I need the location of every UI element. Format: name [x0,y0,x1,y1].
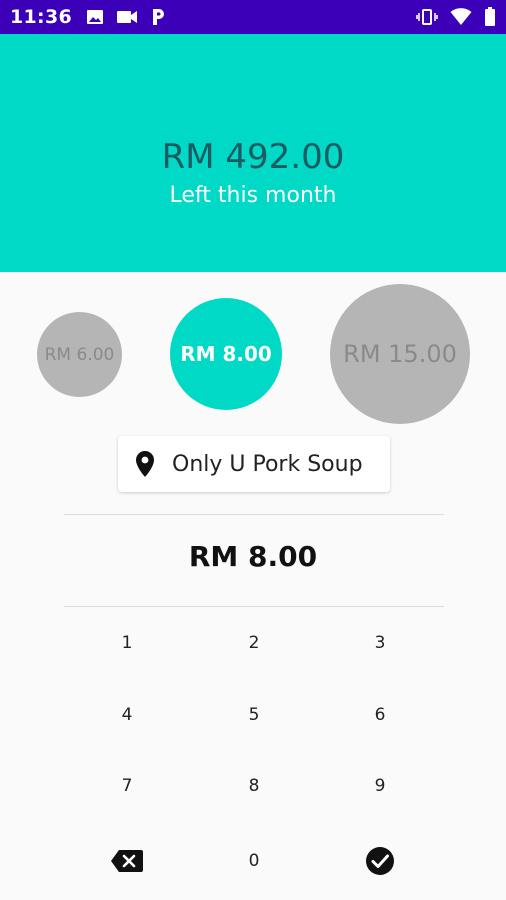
keypad-key-2[interactable]: 2 [194,615,314,671]
quick-amount-8[interactable]: RM 8.00 [170,298,282,410]
budget-header: RM 492.00 Left this month [0,34,506,272]
image-icon [86,8,104,26]
divider-bottom [64,606,444,607]
keypad-key-1[interactable]: 1 [67,615,187,671]
status-time: 11:36 [10,6,72,28]
wifi-icon [450,8,472,26]
check-circle-icon [365,846,395,876]
location-name: Only U Pork Soup [172,451,363,477]
entered-amount: RM 8.00 [188,540,318,573]
backspace-button[interactable] [67,833,187,889]
status-bar: 11:36 [0,0,506,34]
keypad-key-8[interactable]: 8 [194,758,314,814]
battery-icon [484,7,496,27]
keypad-key-7[interactable]: 7 [67,758,187,814]
keypad-key-3[interactable]: 3 [320,615,440,671]
location-chip[interactable]: Only U Pork Soup [118,436,390,492]
keypad-key-9[interactable]: 9 [320,758,440,814]
divider-top [64,514,444,515]
vibrate-icon [416,8,438,26]
backspace-icon [110,849,144,873]
quick-amount-6[interactable]: RM 6.00 [37,312,122,397]
location-pin-icon [134,450,156,478]
keypad-key-6[interactable]: 6 [320,687,440,743]
video-icon [116,9,138,25]
keypad-key-4[interactable]: 4 [67,687,187,743]
quick-amount-15[interactable]: RM 15.00 [330,284,470,424]
budget-remaining-amount: RM 492.00 [161,136,345,177]
budget-remaining-label: Left this month [169,182,337,208]
parking-icon [150,8,166,26]
keypad-key-0[interactable]: 0 [194,833,314,889]
confirm-button[interactable] [320,833,440,889]
keypad-key-5[interactable]: 5 [194,687,314,743]
